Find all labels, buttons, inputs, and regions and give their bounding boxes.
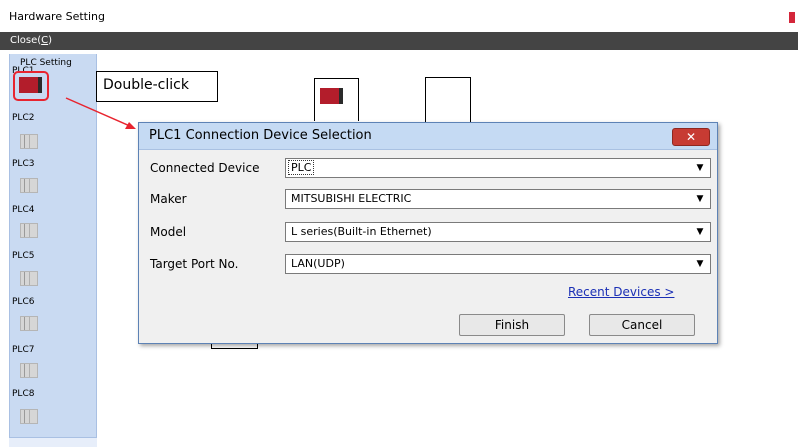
dialog-title-bar: PLC1 Connection Device Selection ✕: [139, 123, 717, 150]
plc8-unit-icon[interactable]: [20, 407, 40, 424]
model-select[interactable]: L series(Built-in Ethernet) ▼: [285, 222, 711, 242]
dialog-close-button[interactable]: ✕: [672, 128, 710, 146]
canvas-plc-device-icon[interactable]: [320, 88, 343, 104]
sidebar-item-plc3-label: PLC3: [12, 159, 35, 169]
close-icon: ✕: [685, 130, 697, 144]
sidebar-item-plc4-label: PLC4: [12, 205, 35, 215]
chevron-down-icon[interactable]: ▼: [693, 193, 707, 205]
maker-label: Maker: [150, 192, 187, 206]
canvas-slot-1[interactable]: [314, 78, 359, 121]
sidebar-item-plc8-label: PLC8: [12, 389, 35, 399]
connected-device-value: PLC: [288, 160, 315, 175]
dialog-title: PLC1 Connection Device Selection: [149, 128, 372, 143]
close-menu-button[interactable]: Close(C): [10, 35, 52, 46]
maker-select[interactable]: MITSUBISHI ELECTRIC ▼: [285, 189, 711, 209]
chevron-down-icon[interactable]: ▼: [693, 162, 707, 174]
canvas-slot-2[interactable]: [425, 77, 471, 122]
plc2-unit-icon[interactable]: [20, 132, 40, 149]
model-value: L series(Built-in Ethernet): [291, 225, 432, 238]
plc7-unit-icon[interactable]: [20, 361, 40, 378]
plc6-unit-icon[interactable]: [20, 314, 40, 331]
plc-sidebar: PLC Setting PLC1 PLC2 PLC3 PLC4 PLC5 PLC…: [9, 54, 97, 446]
target-port-select[interactable]: LAN(UDP) ▼: [285, 254, 711, 274]
plc4-unit-icon[interactable]: [20, 221, 40, 238]
sidebar-item-plc2-label: PLC2: [12, 113, 35, 123]
recent-devices-link[interactable]: Recent Devices >: [568, 285, 674, 299]
instruction-callout: Double-click: [96, 71, 218, 102]
connected-device-select[interactable]: PLC ▼: [285, 158, 711, 178]
close-menu-label: Close(: [10, 35, 42, 46]
sidebar-item-plc5-label: PLC5: [12, 251, 35, 261]
chevron-down-icon[interactable]: ▼: [693, 258, 707, 270]
maker-value: MITSUBISHI ELECTRIC: [291, 192, 412, 205]
plc5-unit-icon[interactable]: [20, 269, 40, 286]
window-title: Hardware Setting: [9, 10, 105, 23]
connection-device-dialog: PLC1 Connection Device Selection ✕ Conne…: [138, 122, 718, 344]
sidebar-item-plc7-label: PLC7: [12, 345, 35, 355]
chevron-down-icon[interactable]: ▼: [693, 226, 707, 238]
target-port-label: Target Port No.: [150, 257, 239, 271]
title-accent: [789, 12, 795, 23]
cancel-button[interactable]: Cancel: [589, 314, 695, 336]
model-label: Model: [150, 225, 187, 239]
title-bar: Hardware Setting: [0, 0, 798, 32]
sidebar-item-plc6-label: PLC6: [12, 297, 35, 307]
callout-text: Double-click: [103, 77, 189, 93]
plc3-unit-icon[interactable]: [20, 176, 40, 193]
connected-device-label: Connected Device: [150, 161, 260, 175]
plc1-device-icon[interactable]: [19, 77, 42, 93]
finish-button[interactable]: Finish: [459, 314, 565, 336]
toolbar: Close(C): [0, 32, 798, 50]
close-menu-suffix: ): [48, 35, 53, 46]
target-port-value: LAN(UDP): [291, 257, 345, 270]
